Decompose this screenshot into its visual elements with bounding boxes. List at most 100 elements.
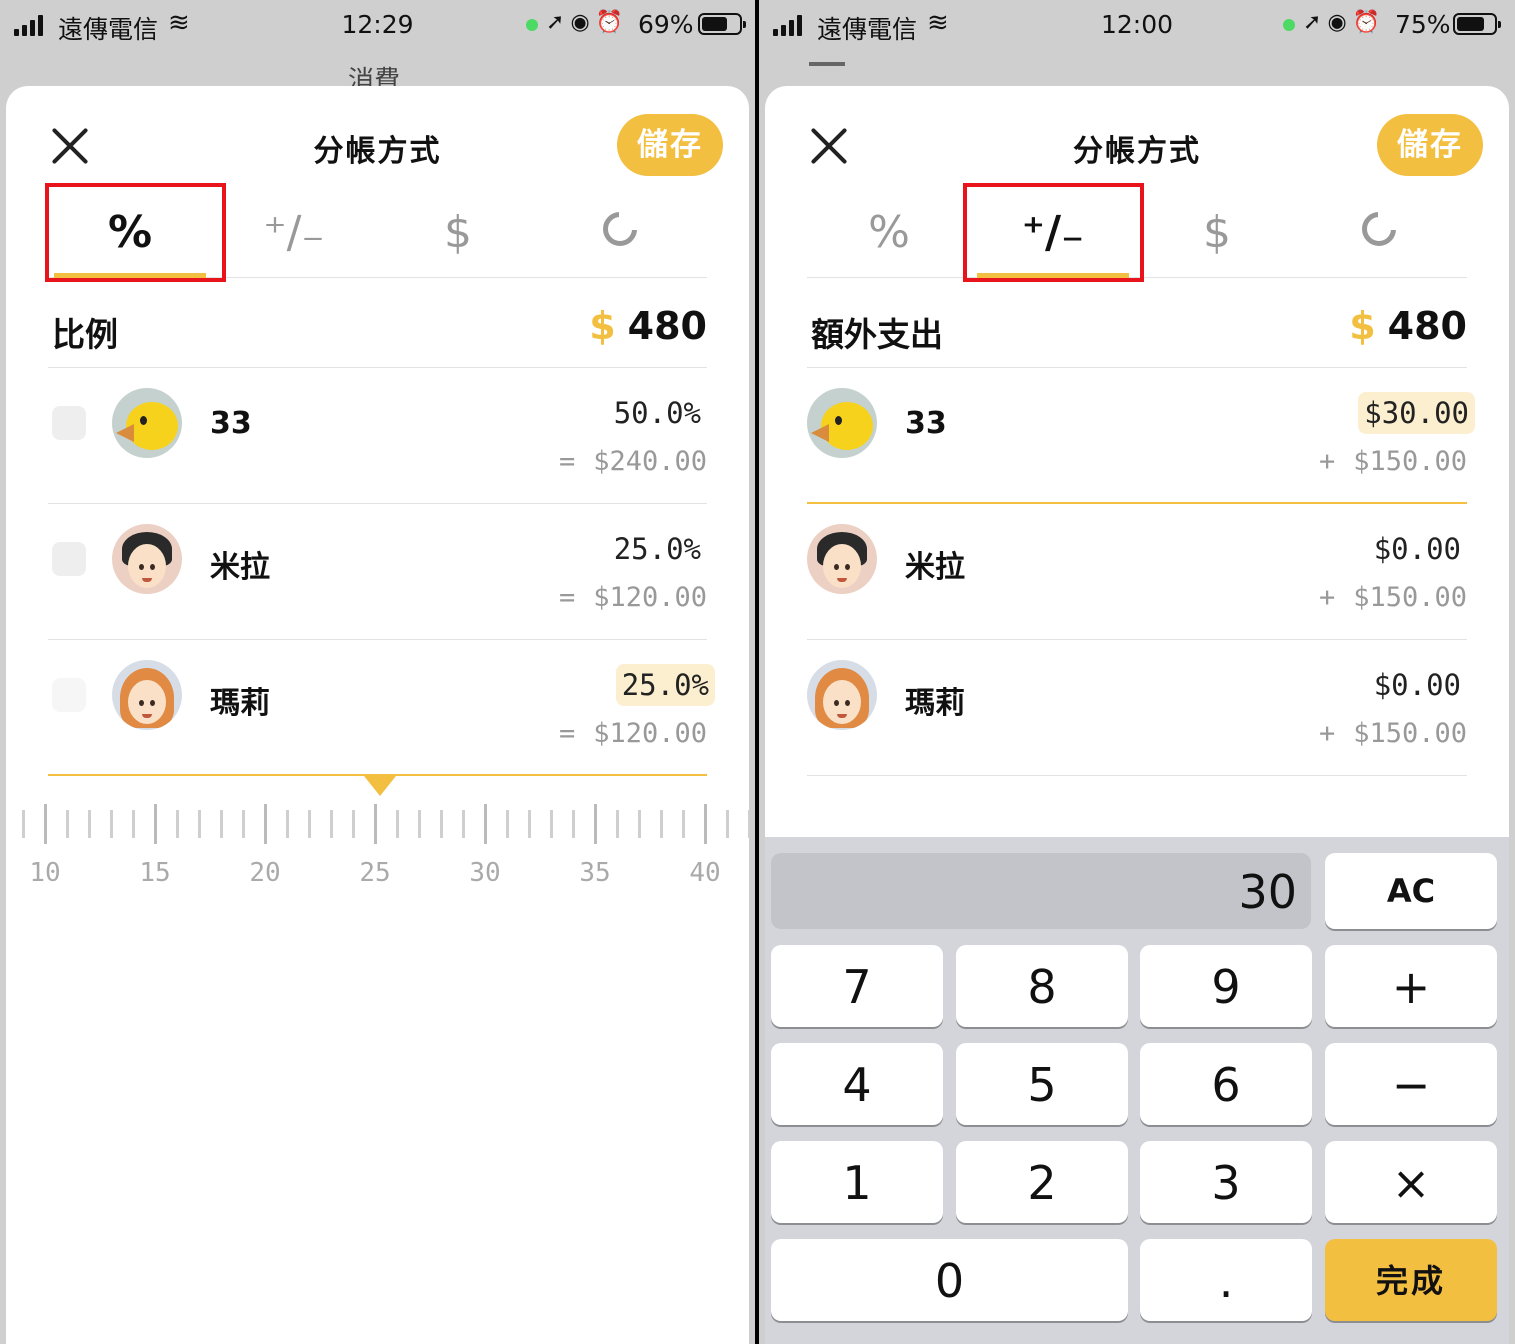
key-4[interactable]: 4 bbox=[771, 1043, 943, 1125]
ruler-tick bbox=[242, 810, 245, 838]
plus-key[interactable]: + bbox=[1325, 945, 1497, 1027]
ruler-tick bbox=[308, 810, 311, 838]
avatar-eye bbox=[845, 564, 850, 570]
ruler-pointer bbox=[364, 776, 396, 796]
battery-fill bbox=[1457, 17, 1484, 31]
split-summary: 額外支出 $480 bbox=[807, 286, 1467, 368]
percent-ruler[interactable]: 10 15 20 25 30 35 40 bbox=[6, 804, 749, 904]
split-tabs: % ⁺∕₋ $ bbox=[48, 186, 707, 278]
currency-symbol: $ bbox=[1349, 304, 1376, 348]
tab-adjust[interactable]: ⁺∕₋ bbox=[214, 186, 374, 278]
lock-checkbox[interactable] bbox=[52, 406, 86, 440]
ruler-tick bbox=[220, 810, 223, 838]
save-button[interactable]: 儲存 bbox=[617, 114, 723, 176]
tab-adjust[interactable]: ⁺∕₋ bbox=[973, 186, 1133, 278]
member-percent[interactable]: 50.0% bbox=[608, 392, 707, 434]
minus-key[interactable]: − bbox=[1325, 1043, 1497, 1125]
avatar-eye bbox=[845, 700, 850, 706]
status-bar: 遠傳電信 ≋ 12:00 ➚◉⏰ 75% bbox=[759, 0, 1515, 52]
member-amount-value: $150.00 bbox=[1353, 718, 1467, 749]
avatar-chick bbox=[807, 388, 877, 458]
tab-percent[interactable]: % bbox=[809, 186, 969, 278]
member-percent[interactable]: 25.0% bbox=[608, 528, 707, 570]
key-5[interactable]: 5 bbox=[956, 1043, 1128, 1125]
key-2[interactable]: 2 bbox=[956, 1141, 1128, 1223]
pie-icon bbox=[603, 212, 637, 246]
split-method-sheet: 分帳方式 儲存 % ⁺∕₋ $ 比例 $480 33 50.0% = $240.0… bbox=[6, 86, 749, 1344]
member-row: 瑪莉 $0.00 + $150.00 bbox=[807, 640, 1467, 776]
calculator-keypad: 30 AC 7 8 9 + 4 5 6 − 1 2 3 × 0 . 完成 bbox=[765, 837, 1509, 1344]
member-row: 33 50.0% = $240.00 bbox=[48, 368, 707, 504]
ruler-tick bbox=[198, 810, 201, 838]
times-key[interactable]: × bbox=[1325, 1141, 1497, 1223]
clear-key[interactable]: AC bbox=[1325, 853, 1497, 929]
member-extra[interactable]: $0.00 bbox=[1368, 528, 1467, 570]
key-3[interactable]: 3 bbox=[1140, 1141, 1312, 1223]
key-8[interactable]: 8 bbox=[956, 945, 1128, 1027]
done-key[interactable]: 完成 bbox=[1325, 1239, 1497, 1321]
tab-amount[interactable]: $ bbox=[378, 186, 538, 278]
ruler-tick bbox=[528, 810, 531, 838]
mic-indicator-icon bbox=[1283, 19, 1295, 31]
battery-fill bbox=[702, 17, 727, 31]
ruler-tick bbox=[726, 810, 729, 838]
key-0[interactable]: 0 bbox=[771, 1239, 1128, 1321]
ruler-label: 30 bbox=[469, 858, 501, 888]
tab-percent[interactable]: % bbox=[50, 186, 210, 278]
tab-amount[interactable]: $ bbox=[1137, 186, 1297, 278]
key-9[interactable]: 9 bbox=[1140, 945, 1312, 1027]
plus-minus-icon: ⁺∕₋ bbox=[263, 207, 325, 258]
member-percent-selected[interactable]: 25.0% bbox=[615, 664, 715, 706]
rotation-lock-icon: ◉ bbox=[570, 10, 596, 35]
ruler-major-tick bbox=[44, 804, 47, 844]
avatar-girl bbox=[112, 524, 182, 594]
ruler-tick bbox=[638, 810, 641, 838]
ruler-tick bbox=[66, 810, 69, 838]
tab-share[interactable] bbox=[1299, 186, 1459, 278]
ruler-tick bbox=[132, 810, 135, 838]
key-1[interactable]: 1 bbox=[771, 1141, 943, 1223]
ruler-tick bbox=[418, 810, 421, 838]
lock-checkbox[interactable] bbox=[52, 542, 86, 576]
avatar-eye bbox=[139, 700, 144, 706]
left-screen: 遠傳電信 ≋ 12:29 ➚◉⏰ 69% 消費 分帳方式 儲存 % ⁺∕₋ $ … bbox=[0, 0, 755, 1344]
location-icon: ➚ bbox=[1303, 10, 1328, 35]
ruler-tick bbox=[660, 810, 663, 838]
avatar-girl bbox=[807, 524, 877, 594]
equals-sign: = bbox=[558, 446, 576, 477]
ruler-tick bbox=[110, 810, 113, 838]
ruler-tick bbox=[286, 810, 289, 838]
member-name: 米拉 bbox=[210, 550, 270, 585]
member-extra-selected[interactable]: $30.00 bbox=[1358, 392, 1475, 434]
member-name: 瑪莉 bbox=[905, 686, 965, 721]
member-amount: + $150.00 bbox=[1319, 718, 1467, 749]
ruler-tick bbox=[462, 810, 465, 838]
tab-share[interactable] bbox=[540, 186, 700, 278]
save-button[interactable]: 儲存 bbox=[1377, 114, 1483, 176]
member-extra[interactable]: $0.00 bbox=[1368, 664, 1467, 706]
lock-checkbox[interactable] bbox=[52, 678, 86, 712]
ruler-tick bbox=[22, 810, 25, 838]
pie-icon bbox=[1362, 212, 1396, 246]
plus-sign: + bbox=[1318, 718, 1336, 749]
chick-eye bbox=[140, 416, 147, 425]
equals-sign: = bbox=[558, 582, 576, 613]
key-6[interactable]: 6 bbox=[1140, 1043, 1312, 1125]
ruler-tick bbox=[330, 810, 333, 838]
member-amount-value: $150.00 bbox=[1353, 582, 1467, 613]
ruler-tick bbox=[440, 810, 443, 838]
chick-beak bbox=[116, 424, 134, 442]
avatar-eye bbox=[139, 564, 144, 570]
key-7[interactable]: 7 bbox=[771, 945, 943, 1027]
ruler-tick bbox=[176, 810, 179, 838]
member-amount-value: $240.00 bbox=[593, 446, 707, 477]
plus-minus-icon: ⁺∕₋ bbox=[1021, 207, 1085, 258]
percent-icon: % bbox=[868, 207, 910, 258]
percent-icon: % bbox=[107, 207, 153, 258]
ruler-major-tick bbox=[154, 804, 157, 844]
ruler-tick bbox=[88, 810, 91, 838]
ruler-label: 40 bbox=[689, 858, 721, 888]
decimal-key[interactable]: . bbox=[1140, 1239, 1312, 1321]
plus-sign: + bbox=[1318, 446, 1336, 477]
ruler-major-tick bbox=[594, 804, 597, 844]
